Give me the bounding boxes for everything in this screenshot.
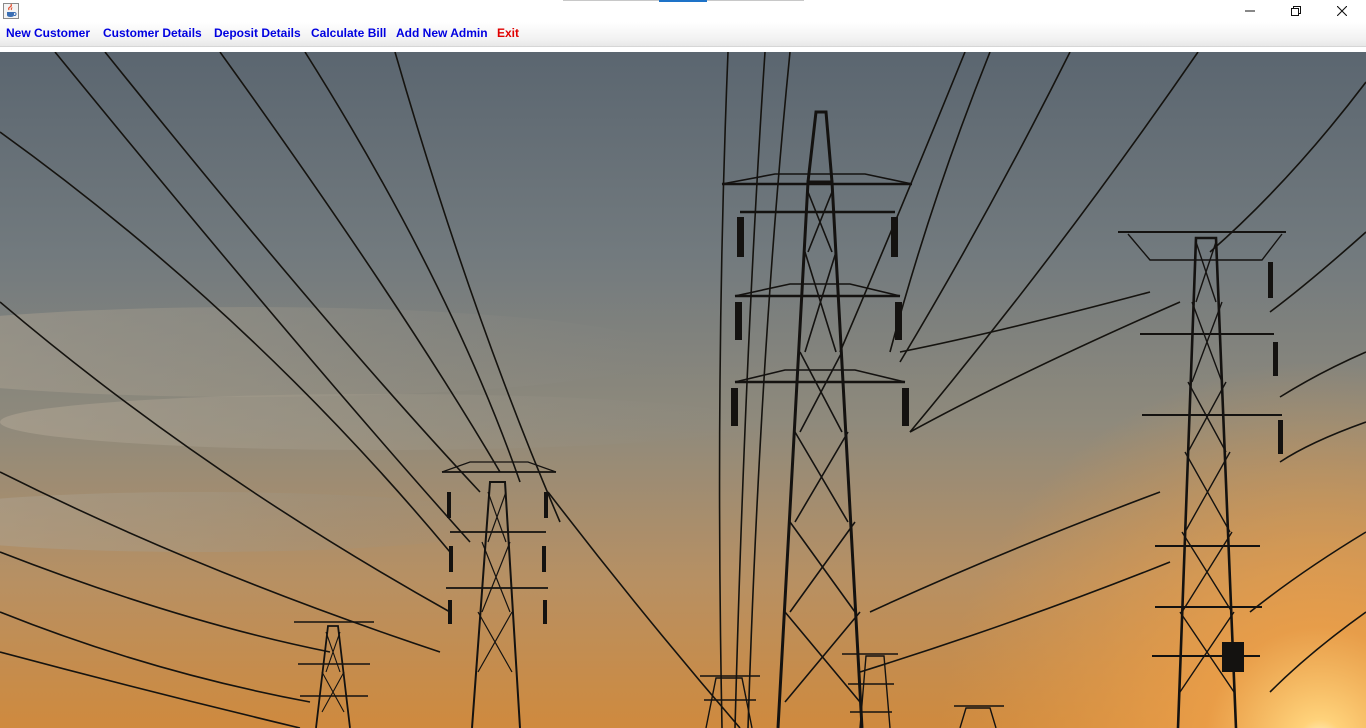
menu-exit[interactable]: Exit bbox=[497, 26, 519, 40]
title-bar bbox=[0, 0, 1366, 22]
menu-add-new-admin[interactable]: Add New Admin bbox=[396, 26, 488, 40]
title-accent-line-center bbox=[659, 0, 707, 2]
title-accent-line-left bbox=[563, 0, 659, 1]
menu-calculate-bill[interactable]: Calculate Bill bbox=[311, 26, 386, 40]
close-button[interactable] bbox=[1319, 0, 1365, 22]
restore-button[interactable] bbox=[1273, 0, 1319, 22]
close-icon bbox=[1337, 6, 1347, 16]
java-cup-icon[interactable] bbox=[3, 3, 19, 19]
menu-customer-details[interactable]: Customer Details bbox=[103, 26, 202, 40]
title-accent-line-right bbox=[707, 0, 804, 1]
background-image bbox=[0, 52, 1366, 728]
menu-deposit-details[interactable]: Deposit Details bbox=[214, 26, 301, 40]
menu-bar: New Customer Customer Details Deposit De… bbox=[0, 22, 1366, 47]
minimize-button[interactable] bbox=[1227, 0, 1273, 22]
restore-icon bbox=[1291, 6, 1301, 16]
minimize-icon bbox=[1245, 10, 1255, 12]
menu-new-customer[interactable]: New Customer bbox=[6, 26, 90, 40]
